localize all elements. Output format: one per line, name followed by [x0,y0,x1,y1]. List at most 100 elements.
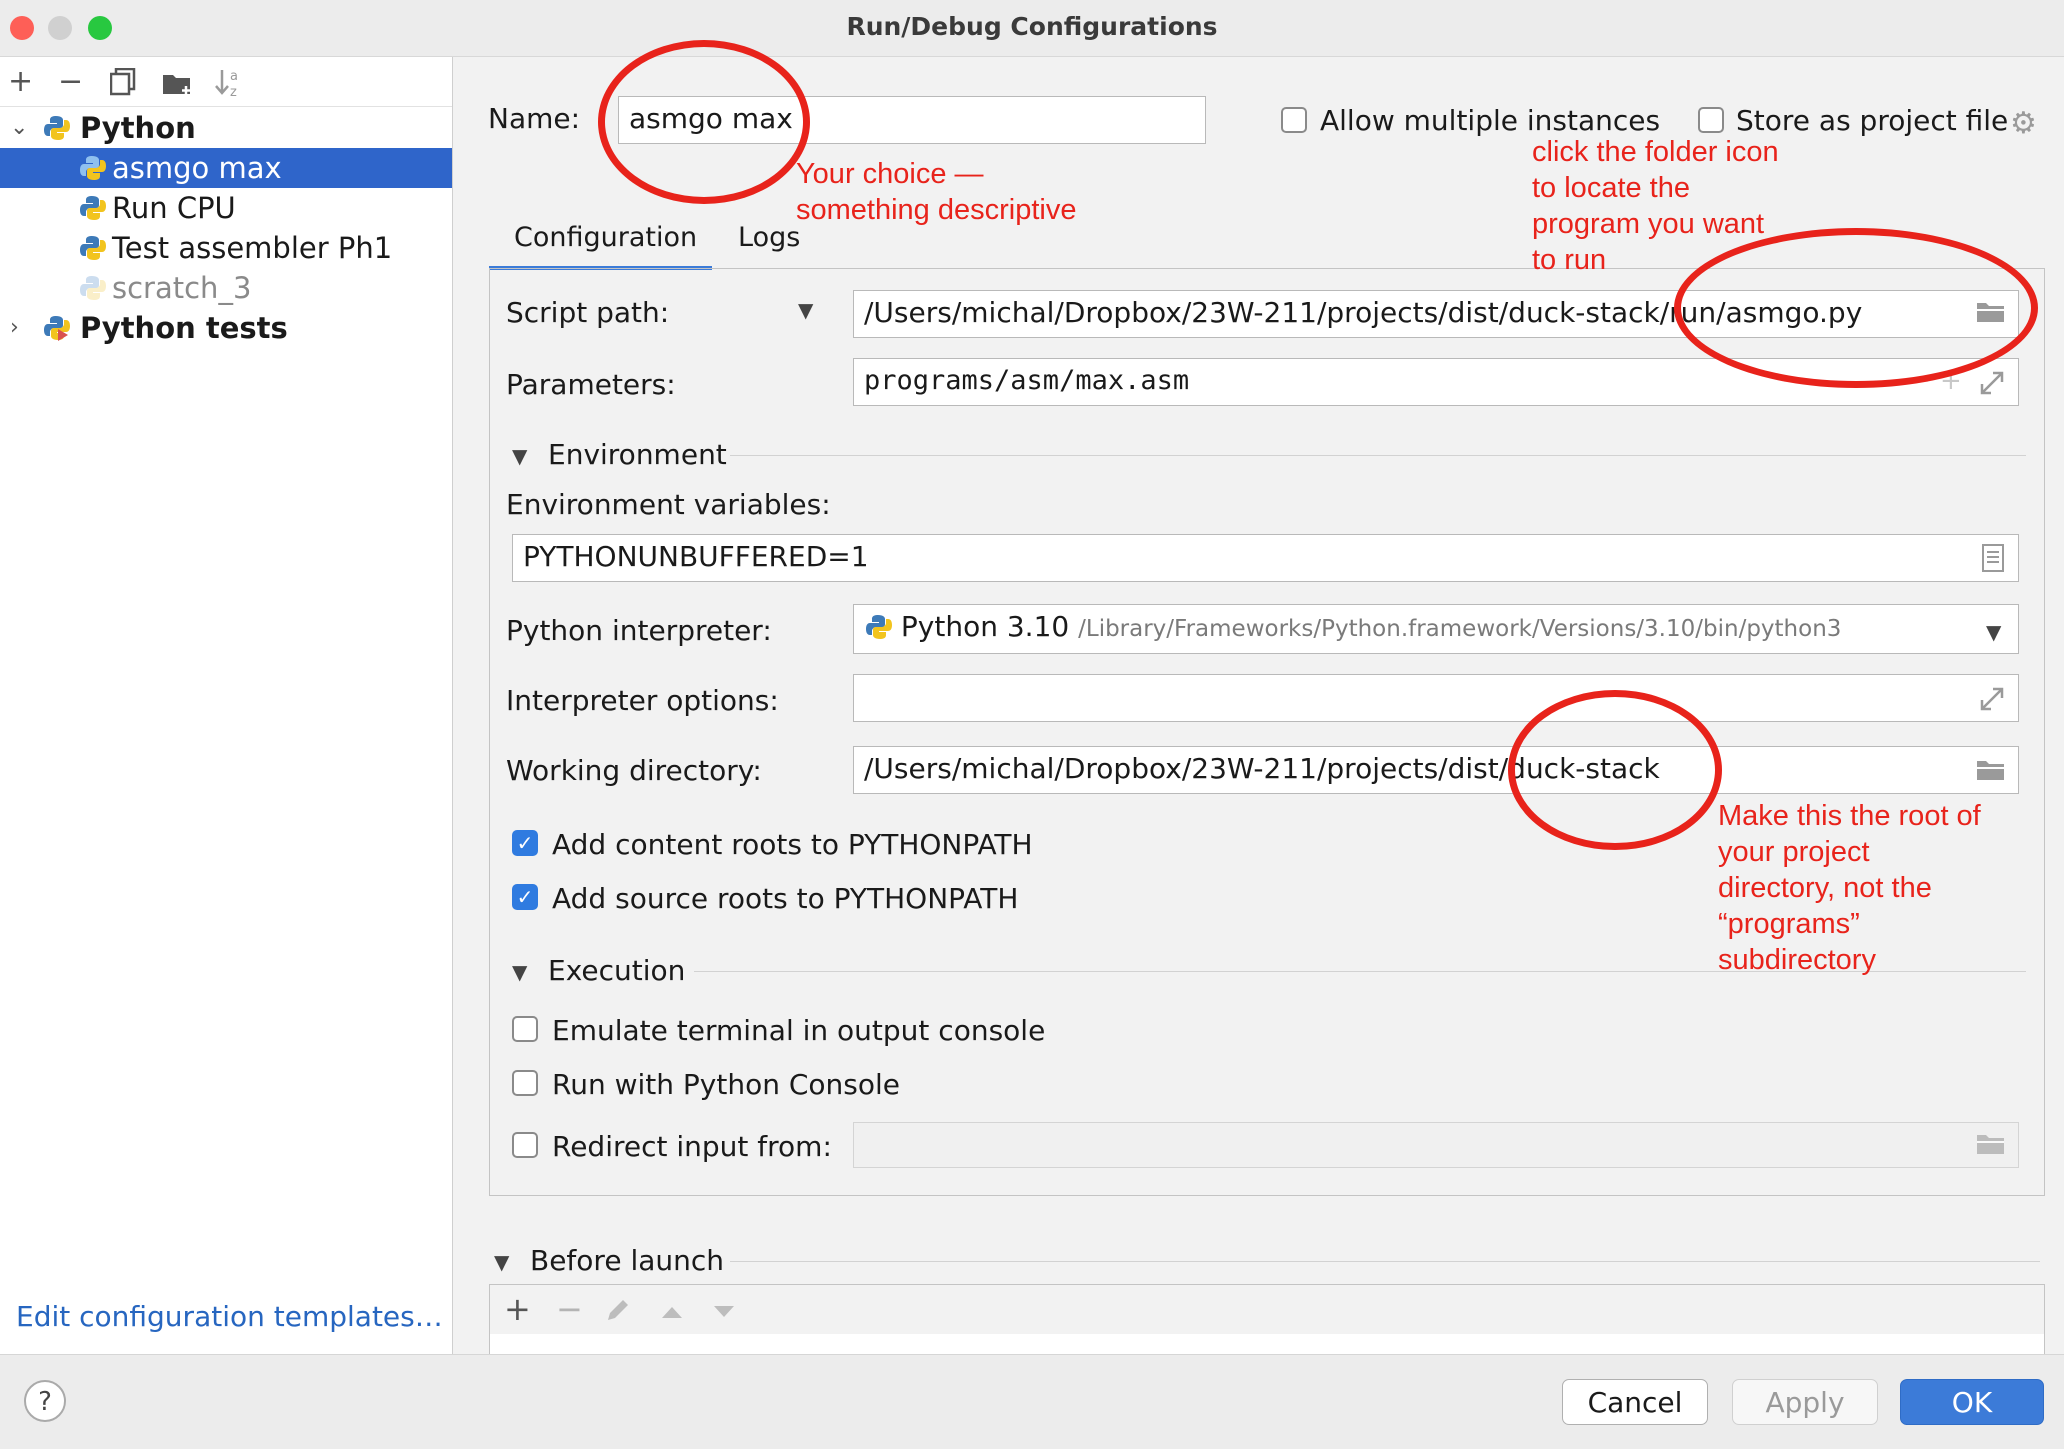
emulate-terminal-label: Emulate terminal in output console [552,1014,1046,1047]
python-temp-icon [80,276,106,300]
chevron-down-icon[interactable]: ▼ [1986,620,2001,644]
python-icon [866,615,892,639]
before-launch-title: Before launch [530,1244,725,1277]
store-as-project-checkbox[interactable] [1698,107,1724,133]
allow-multiple-label: Allow multiple instances [1320,104,1661,137]
help-button[interactable]: ? [24,1380,66,1422]
sort-icon[interactable]: az [214,66,244,102]
annotation-line: Your choice — [796,158,984,190]
tree-group-label: Python tests [80,311,288,345]
folder-icon[interactable] [1976,1132,2006,1160]
annotation-line: “programs” [1718,908,1860,940]
edit-env-icon[interactable] [1982,544,2004,576]
add-icon[interactable]: + [504,1290,531,1328]
annotation-line: subdirectory [1718,944,1876,976]
cancel-button[interactable]: Cancel [1562,1379,1708,1425]
parameters-label: Parameters: [506,368,676,401]
apply-button[interactable]: Apply [1732,1379,1878,1425]
annotation-line: to run [1532,244,1607,276]
tree-item-label: scratch_3 [112,271,252,305]
folder-icon[interactable] [1976,758,2006,786]
remove-icon[interactable]: − [556,1290,583,1328]
svg-text:z: z [230,85,237,98]
env-vars-input[interactable]: PYTHONUNBUFFERED=1 [512,534,2019,582]
annotation-line: Make this the root of [1718,800,1981,832]
run-with-console-label: Run with Python Console [552,1068,901,1101]
chevron-down-icon[interactable]: ⌄ [10,108,28,148]
script-path-label: Script path: [506,296,670,329]
collapse-execution-icon[interactable]: ▼ [512,960,527,984]
tree-item-label: Test assembler Ph1 [112,231,393,265]
configuration-panel [489,268,2045,1196]
allow-multiple-checkbox[interactable] [1281,107,1307,133]
add-icon[interactable]: + [8,62,33,102]
annotation-workdir-note: Make this the root of your project direc… [1718,798,1981,978]
run-with-console-checkbox[interactable] [512,1070,538,1096]
tree-item-test-assembler[interactable]: Test assembler Ph1 [0,228,452,268]
annotation-name-note: Your choice — something descriptive [796,156,1076,228]
annotation-line: something descriptive [796,194,1077,226]
name-label: Name: [488,102,581,135]
remove-icon[interactable]: − [58,62,83,102]
chevron-down-icon[interactable]: ▼ [798,298,813,322]
env-vars-label: Environment variables: [506,488,831,521]
tree-item-label: asmgo max [112,151,282,185]
python-run-icon [80,196,106,220]
collapse-before-launch-icon[interactable]: ▼ [494,1250,509,1274]
gear-icon[interactable]: ⚙ [2010,106,2037,141]
annotation-line: program you want [1532,208,1765,240]
workdir-input[interactable]: /Users/michal/Dropbox/23W-211/projects/d… [853,746,2019,794]
annotation-line: directory, not the [1718,872,1932,904]
annotation-line: to locate the [1532,172,1690,204]
tree-item-asmgo-max[interactable]: asmgo max [0,148,452,188]
svg-text:a: a [230,69,238,84]
tab-logs[interactable]: Logs [738,222,800,253]
add-source-roots-label: Add source roots to PYTHONPATH [552,882,1019,915]
store-as-project-label: Store as project file [1736,104,2009,137]
copy-icon[interactable] [109,67,136,100]
collapse-environment-icon[interactable]: ▼ [512,444,527,468]
interpreter-label: Python interpreter: [506,614,772,647]
environment-section-title: Environment [548,438,727,471]
annotation-circle-name [598,40,810,204]
move-up-icon[interactable] [660,1304,684,1324]
add-source-roots-checkbox[interactable]: ✓ [512,884,538,910]
expand-icon[interactable] [1979,370,2005,400]
interp-options-input[interactable] [853,674,2019,722]
workdir-label: Working directory: [506,754,762,787]
tree-group-python[interactable]: ⌄ Python [0,108,452,148]
tree-item-label: Run CPU [112,191,236,225]
window-title: Run/Debug Configurations [846,12,1218,41]
edit-templates-link[interactable]: Edit configuration templates… [16,1300,443,1333]
interpreter-name: Python 3.10 [900,610,1070,643]
redirect-input-field[interactable] [853,1122,2019,1168]
tree-group-python-tests[interactable]: › Python tests [0,308,452,348]
add-content-roots-checkbox[interactable]: ✓ [512,830,538,856]
interpreter-path: /Library/Frameworks/Python.framework/Ver… [1078,616,1842,642]
emulate-terminal-checkbox[interactable] [512,1016,538,1042]
tab-configuration[interactable]: Configuration [514,222,697,253]
python-icon [44,116,70,140]
before-launch-list [489,1334,2045,1354]
folder-add-icon[interactable] [162,70,194,100]
python-run-icon [80,236,106,260]
annotation-line: your project [1718,836,1870,868]
chevron-right-icon[interactable]: › [10,308,19,348]
expand-icon[interactable] [1979,686,2005,716]
add-content-roots-label: Add content roots to PYTHONPATH [552,828,1033,861]
execution-section-title: Execution [548,954,686,987]
ok-button[interactable]: OK [1900,1379,2044,1425]
annotation-folder-note: click the folder icon to locate the prog… [1532,134,1779,278]
annotation-line: click the folder icon [1532,136,1779,168]
interpreter-select[interactable]: Python 3.10 /Library/Frameworks/Python.f… [853,604,2019,654]
tree-item-run-cpu[interactable]: Run CPU [0,188,452,228]
python-tests-icon [44,316,70,341]
edit-pencil-icon[interactable] [604,1296,632,1328]
redirect-input-checkbox[interactable] [512,1132,538,1158]
tree-item-scratch[interactable]: scratch_3 [0,268,452,308]
sidebar-toolbar-divider [0,106,452,107]
move-down-icon[interactable] [712,1304,736,1324]
redirect-input-label: Redirect input from: [552,1130,832,1163]
section-divider [730,455,2026,456]
python-run-icon [80,156,106,180]
